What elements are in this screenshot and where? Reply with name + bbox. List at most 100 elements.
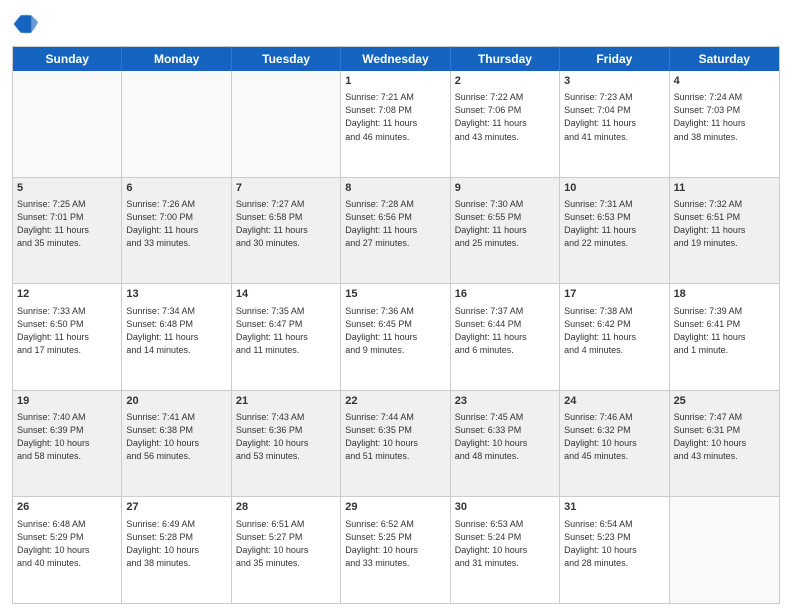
page: SundayMondayTuesdayWednesdayThursdayFrid… [0,0,792,612]
cell-info: Sunrise: 7:46 AM Sunset: 6:32 PM Dayligh… [564,411,664,463]
cell-info: Sunrise: 7:33 AM Sunset: 6:50 PM Dayligh… [17,305,117,357]
calendar-cell: 12 Sunrise: 7:33 AM Sunset: 6:50 PM Dayli… [13,284,122,390]
day-number: 26 [17,500,117,515]
day-number: 1 [345,74,445,89]
day-number: 15 [345,287,445,302]
cell-info: Sunrise: 6:54 AM Sunset: 5:23 PM Dayligh… [564,518,664,570]
weekday-header-monday: Monday [122,47,231,71]
cell-info: Sunrise: 7:23 AM Sunset: 7:04 PM Dayligh… [564,91,664,143]
logo [12,10,44,38]
day-number: 20 [126,394,226,409]
calendar-cell: 16 Sunrise: 7:37 AM Sunset: 6:44 PM Dayli… [451,284,560,390]
day-number: 31 [564,500,664,515]
calendar: SundayMondayTuesdayWednesdayThursdayFrid… [12,46,780,604]
cell-info: Sunrise: 7:39 AM Sunset: 6:41 PM Dayligh… [674,305,775,357]
day-number: 28 [236,500,336,515]
calendar-cell [232,71,341,177]
day-number: 14 [236,287,336,302]
calendar-cell: 11 Sunrise: 7:32 AM Sunset: 6:51 PM Dayli… [670,178,779,284]
cell-info: Sunrise: 7:37 AM Sunset: 6:44 PM Dayligh… [455,305,555,357]
calendar-header: SundayMondayTuesdayWednesdayThursdayFrid… [13,47,779,71]
weekday-header-thursday: Thursday [451,47,560,71]
day-number: 7 [236,181,336,196]
cell-info: Sunrise: 7:22 AM Sunset: 7:06 PM Dayligh… [455,91,555,143]
calendar-cell [670,497,779,603]
calendar-row-1: 5Sunrise: 7:25 AM Sunset: 7:01 PM Daylig… [13,178,779,285]
day-number: 19 [17,394,117,409]
day-number: 10 [564,181,664,196]
weekday-header-friday: Friday [560,47,669,71]
calendar-cell: 13Sunrise: 7:34 AM Sunset: 6:48 PM Dayli… [122,284,231,390]
cell-info: Sunrise: 7:44 AM Sunset: 6:35 PM Dayligh… [345,411,445,463]
calendar-cell: 18 Sunrise: 7:39 AM Sunset: 6:41 PM Dayli… [670,284,779,390]
day-number: 8 [345,181,445,196]
calendar-cell [13,71,122,177]
calendar-cell: 20 Sunrise: 7:41 AM Sunset: 6:38 PM Dayli… [122,391,231,497]
day-number: 22 [345,394,445,409]
day-number: 12 [17,287,117,302]
logo-icon [12,10,40,38]
cell-info: Sunrise: 7:32 AM Sunset: 6:51 PM Dayligh… [674,198,775,250]
cell-info: Sunrise: 7:36 AM Sunset: 6:45 PM Dayligh… [345,305,445,357]
calendar-row-2: 12 Sunrise: 7:33 AM Sunset: 6:50 PM Dayli… [13,284,779,391]
calendar-cell: 6Sunrise: 7:26 AM Sunset: 7:00 PM Daylig… [122,178,231,284]
calendar-cell: 2 Sunrise: 7:22 AM Sunset: 7:06 PM Daylig… [451,71,560,177]
day-number: 4 [674,74,775,89]
calendar-cell: 17Sunrise: 7:38 AM Sunset: 6:42 PM Dayli… [560,284,669,390]
day-number: 25 [674,394,775,409]
cell-info: Sunrise: 7:25 AM Sunset: 7:01 PM Dayligh… [17,198,117,250]
day-number: 16 [455,287,555,302]
calendar-cell: 24 Sunrise: 7:46 AM Sunset: 6:32 PM Dayli… [560,391,669,497]
calendar-row-3: 19 Sunrise: 7:40 AM Sunset: 6:39 PM Dayli… [13,391,779,498]
cell-info: Sunrise: 7:40 AM Sunset: 6:39 PM Dayligh… [17,411,117,463]
calendar-row-4: 26Sunrise: 6:48 AM Sunset: 5:29 PM Dayli… [13,497,779,603]
calendar-cell: 14 Sunrise: 7:35 AM Sunset: 6:47 PM Dayli… [232,284,341,390]
cell-info: Sunrise: 7:24 AM Sunset: 7:03 PM Dayligh… [674,91,775,143]
day-number: 9 [455,181,555,196]
day-number: 29 [345,500,445,515]
day-number: 13 [126,287,226,302]
calendar-cell: 19 Sunrise: 7:40 AM Sunset: 6:39 PM Dayli… [13,391,122,497]
calendar-cell: 22 Sunrise: 7:44 AM Sunset: 6:35 PM Dayli… [341,391,450,497]
calendar-cell: 29Sunrise: 6:52 AM Sunset: 5:25 PM Dayli… [341,497,450,603]
calendar-cell: 10 Sunrise: 7:31 AM Sunset: 6:53 PM Dayli… [560,178,669,284]
weekday-header-wednesday: Wednesday [341,47,450,71]
calendar-cell: 4 Sunrise: 7:24 AM Sunset: 7:03 PM Daylig… [670,71,779,177]
day-number: 21 [236,394,336,409]
cell-info: Sunrise: 7:31 AM Sunset: 6:53 PM Dayligh… [564,198,664,250]
day-number: 2 [455,74,555,89]
day-number: 24 [564,394,664,409]
day-number: 30 [455,500,555,515]
day-number: 11 [674,181,775,196]
day-number: 23 [455,394,555,409]
calendar-cell: 5Sunrise: 7:25 AM Sunset: 7:01 PM Daylig… [13,178,122,284]
cell-info: Sunrise: 7:45 AM Sunset: 6:33 PM Dayligh… [455,411,555,463]
day-number: 27 [126,500,226,515]
cell-info: Sunrise: 6:49 AM Sunset: 5:28 PM Dayligh… [126,518,226,570]
weekday-header-sunday: Sunday [13,47,122,71]
day-number: 18 [674,287,775,302]
calendar-cell: 26Sunrise: 6:48 AM Sunset: 5:29 PM Dayli… [13,497,122,603]
cell-info: Sunrise: 7:35 AM Sunset: 6:47 PM Dayligh… [236,305,336,357]
cell-info: Sunrise: 7:47 AM Sunset: 6:31 PM Dayligh… [674,411,775,463]
calendar-cell: 8 Sunrise: 7:28 AM Sunset: 6:56 PM Daylig… [341,178,450,284]
calendar-cell [122,71,231,177]
cell-info: Sunrise: 7:27 AM Sunset: 6:58 PM Dayligh… [236,198,336,250]
calendar-row-0: 1 Sunrise: 7:21 AM Sunset: 7:08 PM Daylig… [13,71,779,178]
day-number: 17 [564,287,664,302]
weekday-header-saturday: Saturday [670,47,779,71]
cell-info: Sunrise: 7:43 AM Sunset: 6:36 PM Dayligh… [236,411,336,463]
cell-info: Sunrise: 7:30 AM Sunset: 6:55 PM Dayligh… [455,198,555,250]
cell-info: Sunrise: 6:51 AM Sunset: 5:27 PM Dayligh… [236,518,336,570]
cell-info: Sunrise: 7:21 AM Sunset: 7:08 PM Dayligh… [345,91,445,143]
calendar-cell: 15 Sunrise: 7:36 AM Sunset: 6:45 PM Dayli… [341,284,450,390]
day-number: 6 [126,181,226,196]
calendar-cell: 28 Sunrise: 6:51 AM Sunset: 5:27 PM Dayli… [232,497,341,603]
calendar-cell: 23 Sunrise: 7:45 AM Sunset: 6:33 PM Dayli… [451,391,560,497]
calendar-cell: 30Sunrise: 6:53 AM Sunset: 5:24 PM Dayli… [451,497,560,603]
cell-info: Sunrise: 7:41 AM Sunset: 6:38 PM Dayligh… [126,411,226,463]
calendar-cell: 21 Sunrise: 7:43 AM Sunset: 6:36 PM Dayli… [232,391,341,497]
weekday-header-tuesday: Tuesday [232,47,341,71]
cell-info: Sunrise: 7:28 AM Sunset: 6:56 PM Dayligh… [345,198,445,250]
day-number: 3 [564,74,664,89]
